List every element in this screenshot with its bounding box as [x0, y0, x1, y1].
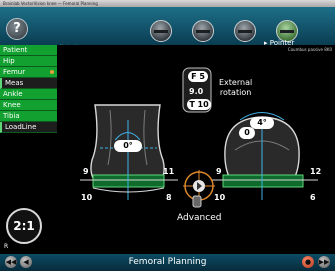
right-view-left-top: 9 — [216, 167, 222, 176]
femur-rotation-value: F 5 — [188, 71, 208, 82]
side-indicator: R — [4, 243, 9, 250]
tibia-rotation-value: T 10 — [187, 99, 211, 110]
right-angle-bottom-value: 0 — [239, 127, 255, 139]
zoom-ratio[interactable]: 2:1 — [6, 208, 42, 244]
left-view-right-bottom: 8 — [166, 193, 172, 202]
left-view-left-top: 9 — [83, 167, 89, 176]
left-angle-value: 0° — [114, 140, 142, 152]
left-view-left-bottom: 10 — [81, 193, 93, 202]
advanced-button[interactable]: Advanced — [177, 213, 221, 223]
page-title: Femoral Planning — [128, 257, 207, 267]
rotation-label-line1: External — [219, 78, 253, 87]
left-femur-view[interactable] — [80, 104, 178, 200]
right-angle-top-value: 4° — [250, 117, 274, 129]
right-view-left-bottom: 10 — [214, 193, 226, 202]
bone-views — [80, 67, 318, 208]
rotation-label-line2: rotation — [219, 88, 252, 97]
rotation-control[interactable] — [183, 170, 215, 208]
right-view-right-bottom: 6 — [310, 193, 316, 202]
right-view-right-top: 12 — [310, 167, 322, 176]
left-view-right-top: 11 — [163, 167, 175, 176]
rotation-mid-value: 9.0 — [189, 87, 204, 96]
external-rotation-label: External rotation — [219, 78, 252, 98]
